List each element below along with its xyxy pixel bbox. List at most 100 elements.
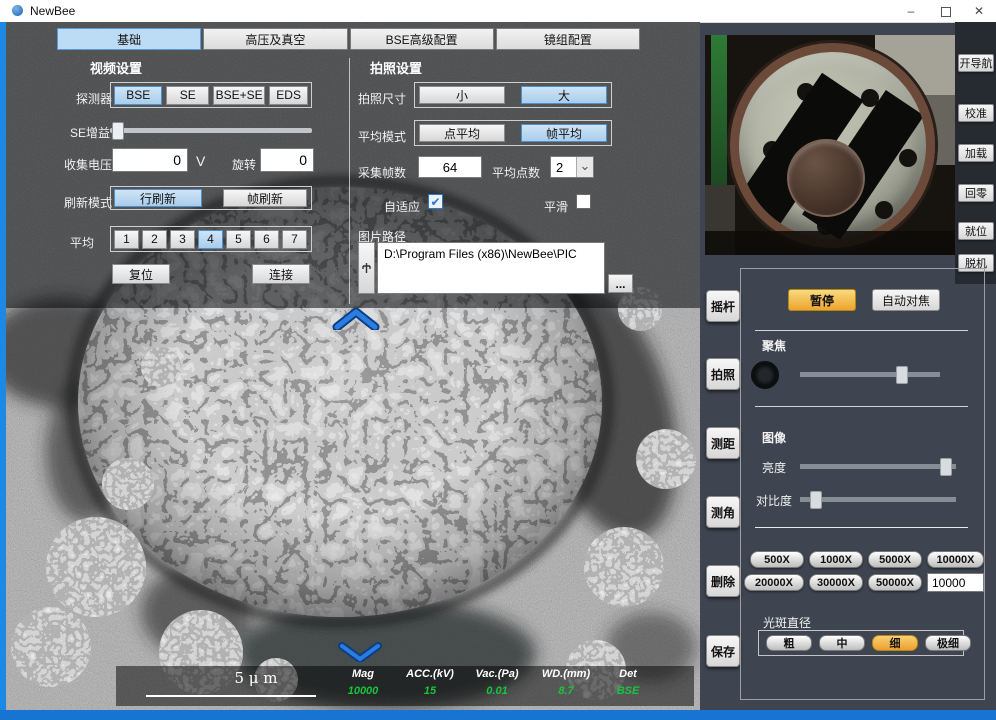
- measure-angle-button[interactable]: 测角: [706, 496, 740, 528]
- delete-button[interactable]: 删除: [706, 565, 740, 597]
- detector-se-button[interactable]: SE: [166, 86, 209, 105]
- avg-point-button[interactable]: 点平均: [419, 124, 505, 142]
- detector-eds-button[interactable]: EDS: [269, 86, 308, 105]
- connect-button[interactable]: 连接: [252, 264, 310, 284]
- tab-bse-advanced[interactable]: BSE高级配置: [350, 28, 494, 50]
- se-gain-label: SE增益: [70, 124, 110, 141]
- save-button[interactable]: 保存: [706, 635, 740, 667]
- tab-hv-vacuum[interactable]: 高压及真空: [203, 28, 347, 50]
- chevron-up-icon[interactable]: [332, 308, 380, 330]
- average-3-button[interactable]: 3: [170, 230, 195, 249]
- avg-frame-button[interactable]: 帧平均: [521, 124, 607, 142]
- contrast-label: 对比度: [756, 492, 792, 509]
- mag-5000x-button[interactable]: 5000X: [868, 551, 922, 568]
- points-dropdown[interactable]: 2 ⌄: [550, 156, 594, 178]
- capture-button[interactable]: 拍照: [706, 358, 740, 390]
- smooth-checkbox[interactable]: [576, 194, 591, 209]
- nav-calibrate-button[interactable]: 校准: [958, 104, 994, 122]
- smooth-label: 平滑: [544, 198, 568, 215]
- vac-header: Vac.(Pa): [463, 668, 531, 680]
- info-col-wd: WD.(mm) 8.7: [532, 668, 600, 697]
- mag-500x-button[interactable]: 500X: [750, 551, 804, 568]
- refresh-line-button[interactable]: 行刷新: [114, 189, 202, 207]
- sem-info-bar: 5 μ m Mag 10000 ACC.(kV) 15 Vac.(Pa) 0.0…: [116, 666, 694, 706]
- average-6-button[interactable]: 6: [254, 230, 279, 249]
- size-large-button[interactable]: 大: [521, 86, 607, 104]
- mag-20000x-button[interactable]: 20000X: [744, 574, 804, 591]
- video-settings-title: 视频设置: [90, 58, 142, 77]
- detector-bse-se-button[interactable]: BSE+SE: [213, 86, 265, 105]
- brightness-slider[interactable]: [800, 464, 956, 469]
- mag-50000x-button[interactable]: 50000X: [868, 574, 922, 591]
- browse-button[interactable]: ...: [608, 274, 633, 293]
- sample-stub: [787, 139, 865, 217]
- autofocus-button[interactable]: 自动对焦: [872, 289, 940, 311]
- minimize-button[interactable]: –: [895, 0, 927, 22]
- average-2-button[interactable]: 2: [142, 230, 167, 249]
- focus-slider[interactable]: [800, 372, 940, 377]
- path-anchor-button[interactable]: [358, 242, 375, 294]
- mag-1000x-button[interactable]: 1000X: [809, 551, 863, 568]
- settings-divider: [349, 58, 350, 304]
- spot-fine-button[interactable]: 细: [872, 635, 918, 651]
- detector-bse-button[interactable]: BSE: [114, 86, 162, 105]
- app-icon: [12, 5, 23, 16]
- image-section-label: 图像: [762, 429, 786, 446]
- close-button[interactable]: ✕: [963, 0, 995, 22]
- nav-return-zero-button[interactable]: 回零: [958, 184, 994, 202]
- info-col-vac: Vac.(Pa) 0.01: [463, 668, 531, 697]
- nav-open-navigation-button[interactable]: 开导航: [958, 54, 994, 72]
- joystick-button[interactable]: 摇杆: [706, 290, 740, 322]
- mag-10000x-button[interactable]: 10000X: [927, 551, 984, 568]
- adaptive-checkbox[interactable]: ✔: [428, 194, 443, 209]
- brightness-slider-thumb[interactable]: [940, 458, 952, 476]
- spot-coarse-button[interactable]: 粗: [766, 635, 812, 651]
- average-7-button[interactable]: 7: [282, 230, 307, 249]
- average-4-button[interactable]: 4: [198, 230, 223, 249]
- rotation-label: 旋转: [232, 156, 256, 173]
- refresh-mode-label: 刷新模式: [64, 194, 112, 211]
- windows-taskbar[interactable]: [0, 710, 996, 720]
- focus-target-icon[interactable]: [751, 361, 779, 389]
- photo-size-label: 拍照尺寸: [358, 90, 406, 107]
- measure-distance-button[interactable]: 测距: [706, 427, 740, 459]
- divider: [755, 330, 968, 331]
- mag-30000x-button[interactable]: 30000X: [809, 574, 863, 591]
- tab-basic[interactable]: 基础: [57, 28, 201, 50]
- picture-path-box[interactable]: D:\Program Files (x86)\NewBee\PIC: [377, 242, 605, 294]
- spot-medium-button[interactable]: 中: [819, 635, 865, 651]
- focus-slider-thumb[interactable]: [896, 366, 908, 384]
- chevron-down-icon[interactable]: ⌄: [576, 157, 593, 177]
- window-title: NewBee: [30, 4, 75, 18]
- sem-image-viewport[interactable]: 基础 高压及真空 BSE高级配置 镜组配置 视频设置 探测器 BSE SE BS…: [6, 22, 700, 710]
- contrast-slider-thumb[interactable]: [810, 491, 822, 509]
- divider: [755, 527, 968, 528]
- stage-hole: [875, 201, 893, 219]
- contrast-slider[interactable]: [800, 497, 956, 502]
- se-gain-slider[interactable]: [110, 128, 312, 133]
- nav-load-button[interactable]: 加载: [958, 144, 994, 162]
- se-gain-slider-thumb[interactable]: [112, 122, 124, 140]
- refresh-frame-button[interactable]: 帧刷新: [223, 189, 307, 207]
- maximize-button[interactable]: [930, 0, 962, 22]
- tab-lens-config[interactable]: 镜组配置: [496, 28, 640, 50]
- average-5-button[interactable]: 5: [226, 230, 251, 249]
- info-col-det: Det BSE: [594, 668, 662, 697]
- chevron-down-icon[interactable]: [338, 642, 382, 662]
- magnification-input[interactable]: [927, 573, 984, 592]
- nav-in-position-button[interactable]: 就位: [958, 222, 994, 240]
- refresh-mode-group: 行刷新 帧刷新: [110, 186, 312, 210]
- collect-voltage-input[interactable]: [112, 148, 188, 172]
- size-small-button[interactable]: 小: [419, 86, 505, 104]
- rotation-input[interactable]: [260, 148, 314, 172]
- spot-ultrafine-button[interactable]: 极细: [925, 635, 971, 651]
- reset-button[interactable]: 复位: [112, 264, 170, 284]
- pause-button[interactable]: 暂停: [788, 289, 856, 311]
- divider: [755, 406, 968, 407]
- frames-input[interactable]: [418, 156, 482, 178]
- path-anchor-icon: [361, 261, 372, 275]
- average-group: 1 2 3 4 5 6 7: [110, 226, 312, 252]
- average-1-button[interactable]: 1: [114, 230, 139, 249]
- mag-value: 10000: [329, 685, 397, 697]
- det-header: Det: [594, 668, 662, 680]
